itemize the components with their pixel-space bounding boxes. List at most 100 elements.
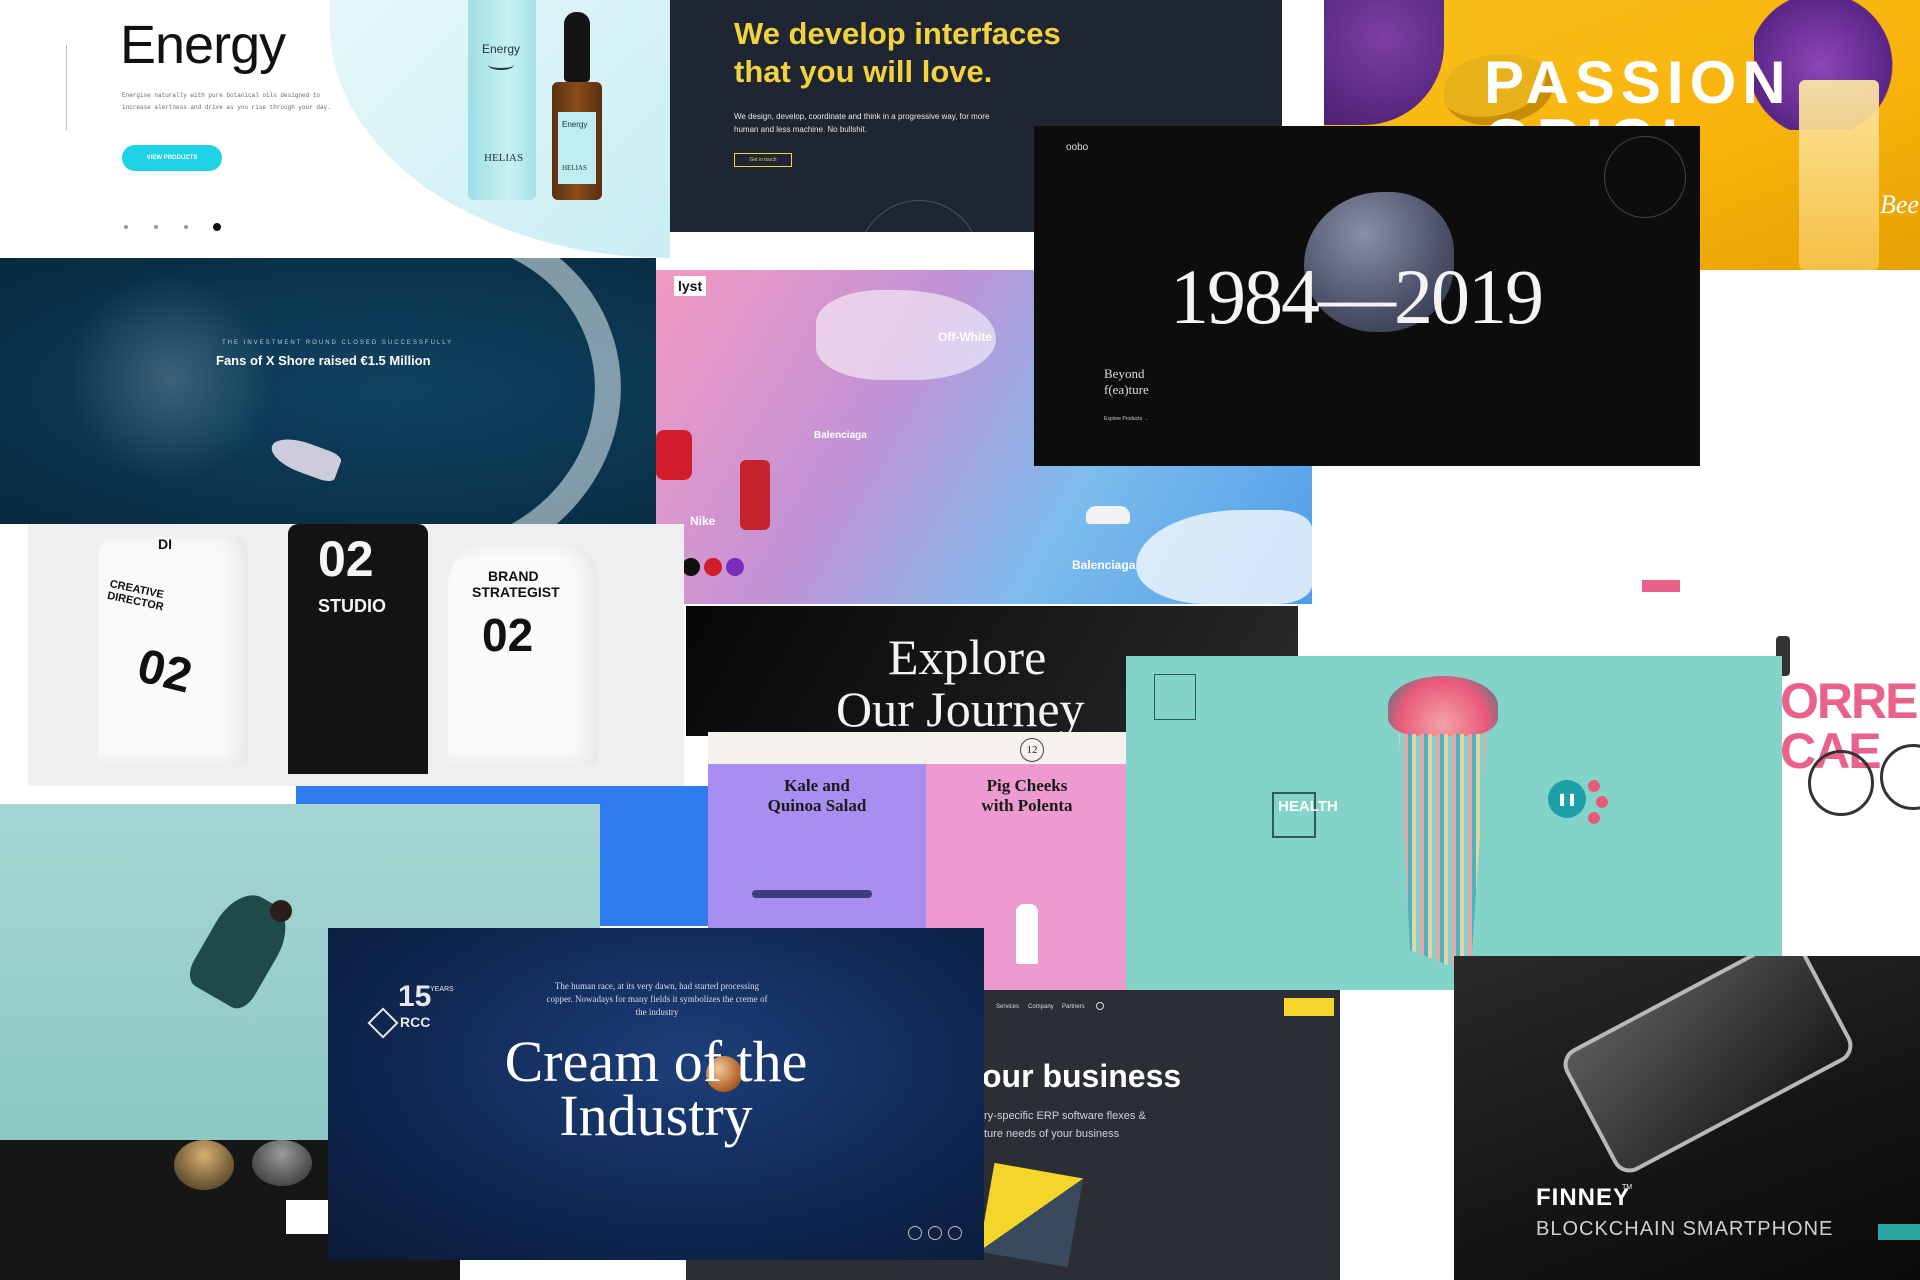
- jellyfish-tentacles: [1399, 734, 1487, 974]
- pig-title-1: Pig Cheeks: [986, 776, 1068, 795]
- coat-figure: [740, 460, 770, 530]
- bottle-label: Energy: [482, 42, 521, 56]
- chef-illustration: [1016, 904, 1038, 964]
- control-icon[interactable]: [928, 1226, 942, 1240]
- finney-trademark: TM: [1622, 1184, 1633, 1191]
- cube-illustration: [978, 1162, 1084, 1268]
- nav-dot-icon[interactable]: [1596, 796, 1608, 808]
- cream-badge-brand: RCC: [400, 1014, 431, 1030]
- pig-title-2: with Polenta: [981, 796, 1073, 815]
- shirt2-number: 02: [318, 531, 374, 587]
- request-demo-button[interactable]: [1284, 998, 1334, 1016]
- bottle-wave-icon: [488, 60, 514, 70]
- logo-mark: [1154, 674, 1196, 720]
- jellyfish-bell: [1388, 676, 1498, 736]
- interfaces-headline-2: that you will love.: [734, 54, 993, 89]
- carousel-dot-active[interactable]: [213, 223, 221, 231]
- table-illustration: [752, 890, 872, 898]
- cream-badge-years: YEARS: [430, 986, 454, 993]
- explore-products-link[interactable]: Explore Products →: [1104, 416, 1148, 422]
- dropper-label-panel: Energy HELIAS: [558, 112, 596, 184]
- brand-badge: [682, 558, 700, 576]
- energy-body: Energise naturally with pure botanical o…: [122, 92, 331, 111]
- finney-cta-button[interactable]: [1878, 1224, 1920, 1240]
- shirt3-text-1: BRAND: [488, 568, 539, 584]
- anniversary-brand: oobo: [1066, 142, 1089, 153]
- shirt3-number: 02: [482, 609, 534, 661]
- interfaces-body: We design, develop, coordinate and think…: [734, 112, 990, 134]
- shirt-white-2: BRAND STRATEGIST 02: [448, 544, 598, 764]
- kale-title-1: Kale and: [784, 776, 850, 795]
- studio-shirts-tile: DI CREATIVE DIRECTOR 02 02 STUDIO BRAND …: [28, 524, 684, 786]
- journey-line-1: Explore: [888, 629, 1047, 685]
- view-products-button[interactable]: VIEW PRODUCTS: [122, 145, 222, 171]
- map-label-off-white: Off-White: [938, 330, 992, 344]
- erp-body-2: ture needs of your business: [984, 1128, 1120, 1140]
- nav-dot-icon[interactable]: [1588, 812, 1600, 824]
- puck-product: [174, 1140, 234, 1190]
- phone-shape: [1557, 956, 1859, 1179]
- shirt-white: DI CREATIVE DIRECTOR 02: [98, 534, 248, 764]
- bike-wheel: [1880, 744, 1920, 810]
- cycling-nav-tag[interactable]: [1642, 580, 1680, 592]
- control-icon[interactable]: [948, 1226, 962, 1240]
- dropper-label: Energy: [562, 120, 588, 129]
- bottle-brand: HELIAS: [484, 152, 524, 164]
- man-head: [270, 900, 292, 922]
- xshore-tile: THE INVESTMENT ROUND CLOSED SUCCESSFULLY…: [0, 258, 656, 524]
- shirt3-text-2: STRATEGIST: [472, 584, 560, 600]
- hoodie-figure: [656, 430, 692, 480]
- map-label-nike: Nike: [690, 514, 716, 528]
- shirt1-number: 02: [132, 639, 198, 704]
- carousel-dot[interactable]: [124, 225, 128, 229]
- pause-button[interactable]: ❚❚: [1548, 780, 1586, 818]
- spray-cloud: [60, 278, 280, 478]
- erp-nav-company[interactable]: Company: [1028, 1004, 1054, 1010]
- dropper-cap: [564, 12, 590, 82]
- journey-line-2: Our Journey: [836, 681, 1085, 736]
- dropper-glass: Energy HELIAS: [552, 82, 602, 200]
- recipes-badge: 12: [1020, 738, 1044, 762]
- recipes-header-bar: [708, 732, 1128, 764]
- cream-tile: 15 YEARS RCC The human race, at its very…: [328, 928, 984, 1260]
- finney-tile: FINNEY TM BLOCKCHAIN SMARTPHONE: [1454, 956, 1920, 1280]
- erp-nav-services[interactable]: Services: [996, 1004, 1019, 1010]
- xshore-headline: Fans of X Shore raised €1.5 Million: [216, 353, 431, 368]
- jellyfish-tile: HEALTH ❚❚: [1126, 656, 1782, 990]
- shirt1-text: CREATIVE DIRECTOR: [106, 578, 165, 614]
- puck-product: [252, 1140, 312, 1186]
- lyst-logo: lyst: [674, 276, 707, 296]
- health-label: HEALTH: [1278, 798, 1338, 815]
- cream-title-2: Industry: [559, 1083, 753, 1148]
- get-in-touch-button[interactable]: Get in touch: [734, 153, 792, 167]
- erp-body-1: ry-specific ERP software flexes &: [984, 1110, 1146, 1122]
- search-icon[interactable]: [1096, 1002, 1104, 1010]
- map-label-balenciaga: Balenciaga: [814, 430, 867, 441]
- energy-title: Energy: [120, 15, 286, 75]
- carousel-dot[interactable]: [184, 225, 188, 229]
- shirt1-top-text: DI: [158, 536, 172, 552]
- energy-bottle: Energy HELIAS: [468, 0, 536, 200]
- carousel-dot[interactable]: [154, 225, 158, 229]
- anniversary-tagline-2: f(ea)ture: [1104, 382, 1149, 397]
- energy-side-rule: [66, 45, 67, 130]
- cream-intro: The human race, at its very dawn, had st…: [546, 981, 768, 1017]
- anniversary-years: 1984—2019: [1170, 253, 1544, 340]
- shirt-black: 02 STUDIO: [288, 524, 428, 774]
- nav-dot-icon[interactable]: [1588, 780, 1600, 792]
- dropper-bottle: Energy HELIAS: [552, 12, 602, 202]
- interfaces-arc: [858, 200, 980, 232]
- finney-brand: FINNEY: [1536, 1184, 1631, 1211]
- passion-side-text: Bee: [1880, 190, 1919, 219]
- erp-nav-partners[interactable]: Partners: [1062, 1004, 1085, 1010]
- bike-wheel: [1808, 750, 1874, 816]
- control-icon[interactable]: [908, 1226, 922, 1240]
- cream-badge-number: 15: [398, 980, 432, 1013]
- anniversary-tagline-1: Beyond: [1104, 366, 1145, 381]
- energy-tile: Energy Energise naturally with pure bota…: [0, 0, 670, 258]
- outline-circle: [1604, 136, 1686, 218]
- anniversary-tile: oobo 1984—2019 Beyond f(ea)ture Explore …: [1034, 126, 1700, 466]
- brand-badge: [704, 558, 722, 576]
- erp-headline: our business: [982, 1058, 1182, 1094]
- shirt2-text: STUDIO: [318, 596, 387, 616]
